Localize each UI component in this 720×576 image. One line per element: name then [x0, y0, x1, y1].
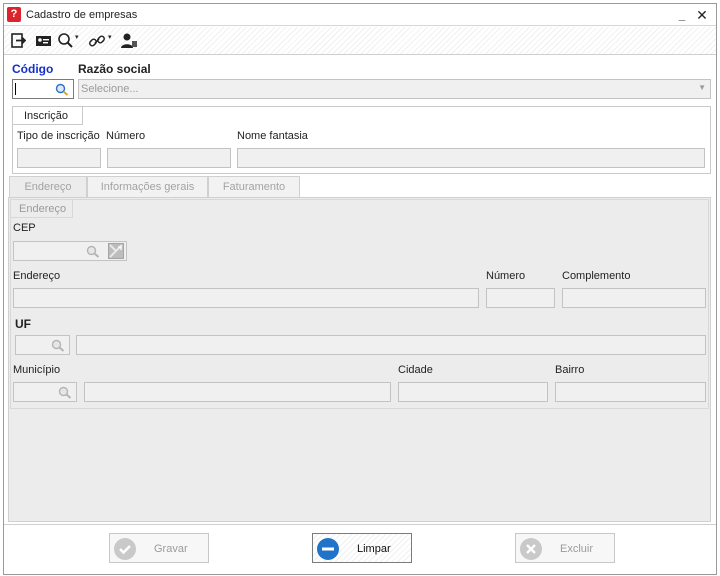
minus-icon — [317, 538, 339, 560]
text-cursor — [15, 83, 16, 95]
delete-button[interactable]: Excluir — [515, 533, 615, 563]
endereco-label: Endereço — [13, 270, 61, 282]
id-card-icon[interactable] — [35, 32, 53, 50]
delete-button-label: Excluir — [560, 543, 594, 555]
search-dropdown-icon[interactable]: ▾ — [75, 33, 79, 41]
window-title: Cadastro de empresas — [26, 9, 138, 21]
bairro-field[interactable] — [555, 382, 706, 402]
save-button[interactable]: Gravar — [109, 533, 209, 563]
numero-inscricao-field[interactable] — [107, 148, 231, 168]
numero-field[interactable] — [486, 288, 555, 308]
close-button[interactable]: ✕ — [694, 6, 710, 24]
exit-icon[interactable] — [11, 32, 27, 50]
cep-input[interactable] — [13, 241, 127, 261]
footer-divider — [4, 524, 716, 525]
main-window: ? Cadastro de empresas _ ✕ ▾ ▾ Código Ra… — [3, 3, 717, 575]
uf-name-field[interactable] — [76, 335, 706, 355]
razao-social-select[interactable]: Selecione... ▼ — [78, 79, 711, 99]
cep-label: CEP — [13, 222, 36, 234]
clear-button[interactable]: Limpar — [312, 533, 412, 563]
user-icon[interactable] — [120, 32, 138, 50]
tab-informacoes-gerais[interactable]: Informações gerais — [87, 176, 208, 198]
link-icon[interactable] — [88, 32, 106, 50]
municipio-label: Município — [13, 364, 61, 376]
bairro-label: Bairro — [555, 364, 585, 376]
numero-label: Número — [486, 270, 526, 282]
municipio-input[interactable] — [13, 382, 77, 402]
complemento-label: Complemento — [562, 270, 631, 282]
municipio-name-field[interactable] — [84, 382, 391, 402]
tipo-inscricao-field[interactable] — [17, 148, 101, 168]
toolbar: ▾ ▾ — [4, 27, 716, 55]
uf-input[interactable] — [15, 335, 70, 355]
codigo-label: Código — [12, 62, 54, 76]
tipo-inscricao-label: Tipo de inscrição — [17, 130, 100, 142]
municipio-search-icon[interactable] — [58, 386, 72, 402]
complemento-field[interactable] — [562, 288, 706, 308]
inscricao-title: Inscrição — [24, 110, 69, 122]
tab-faturamento[interactable]: Faturamento — [208, 176, 300, 198]
cidade-label: Cidade — [398, 364, 433, 376]
search-icon[interactable] — [57, 32, 73, 50]
app-logo-icon: ? — [7, 7, 21, 22]
razao-social-placeholder: Selecione... — [81, 83, 139, 95]
tab-endereco[interactable]: Endereço — [9, 176, 87, 198]
cep-search-icon[interactable] — [86, 245, 100, 261]
chevron-down-icon[interactable]: ▼ — [698, 83, 706, 92]
x-icon — [520, 538, 542, 560]
cidade-field[interactable] — [398, 382, 548, 402]
nome-fantasia-field[interactable] — [237, 148, 705, 168]
razao-social-label: Razão social — [78, 62, 151, 76]
endereco-field[interactable] — [13, 288, 479, 308]
clear-button-label: Limpar — [357, 543, 391, 555]
uf-label: UF — [15, 317, 31, 331]
map-icon[interactable] — [108, 243, 124, 262]
nome-fantasia-label: Nome fantasia — [237, 130, 308, 142]
minimize-button[interactable]: _ — [674, 8, 690, 26]
codigo-search-icon[interactable] — [55, 83, 69, 99]
save-button-label: Gravar — [154, 543, 188, 555]
numero-inscricao-label: Número — [106, 130, 146, 142]
endereco-section-title: Endereço — [19, 203, 67, 215]
codigo-input[interactable] — [12, 79, 74, 99]
link-dropdown-icon[interactable]: ▾ — [108, 33, 112, 41]
uf-search-icon[interactable] — [51, 339, 65, 355]
check-icon — [114, 538, 136, 560]
title-bar: ? Cadastro de empresas _ ✕ — [4, 4, 716, 26]
